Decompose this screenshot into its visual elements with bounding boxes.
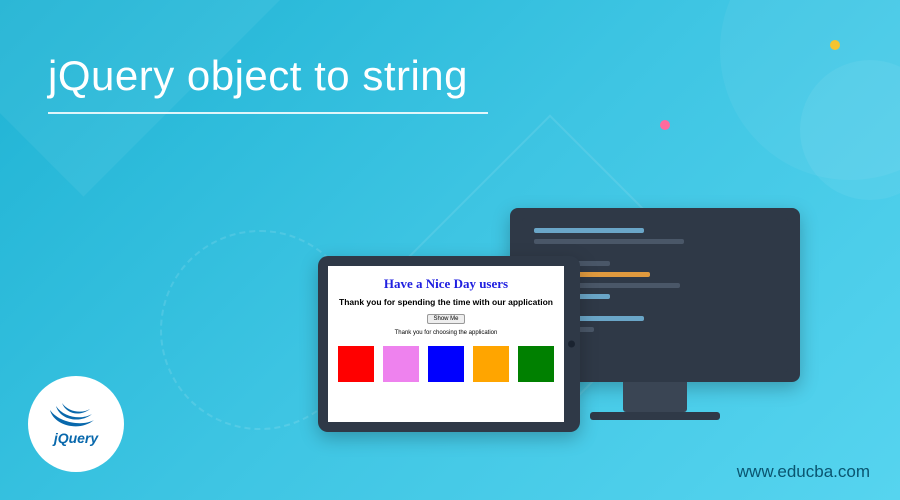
jquery-swoosh-icon (46, 402, 106, 432)
tablet-small-text: Thank you for choosing the application (395, 330, 498, 336)
monitor-base (590, 412, 720, 420)
code-line (534, 239, 684, 244)
banner-root: jQuery object to string jQuery Have a Ni… (0, 0, 900, 500)
tablet-illustration: Have a Nice Day users Thank you for spen… (318, 256, 580, 432)
color-swatch (518, 346, 554, 382)
jquery-logo: jQuery (28, 376, 124, 472)
page-title: jQuery object to string (48, 52, 468, 100)
color-swatch (338, 346, 374, 382)
code-line (534, 228, 644, 233)
jquery-logo-label: jQuery (54, 430, 98, 446)
monitor-stand (623, 382, 687, 412)
color-swatch (428, 346, 464, 382)
tablet-home-button (568, 341, 575, 348)
color-swatch-row (338, 346, 554, 382)
tablet-screen: Have a Nice Day users Thank you for spen… (328, 266, 564, 422)
tablet-subheading: Thank you for spending the time with our… (339, 297, 553, 307)
color-swatch (473, 346, 509, 382)
bg-dot-yellow (830, 40, 840, 50)
website-url: www.educba.com (737, 462, 870, 482)
title-underline (48, 112, 488, 114)
bg-dot-pink (660, 120, 670, 130)
color-swatch (383, 346, 419, 382)
tablet-show-button: Show Me (427, 314, 464, 324)
tablet-heading: Have a Nice Day users (384, 276, 508, 292)
